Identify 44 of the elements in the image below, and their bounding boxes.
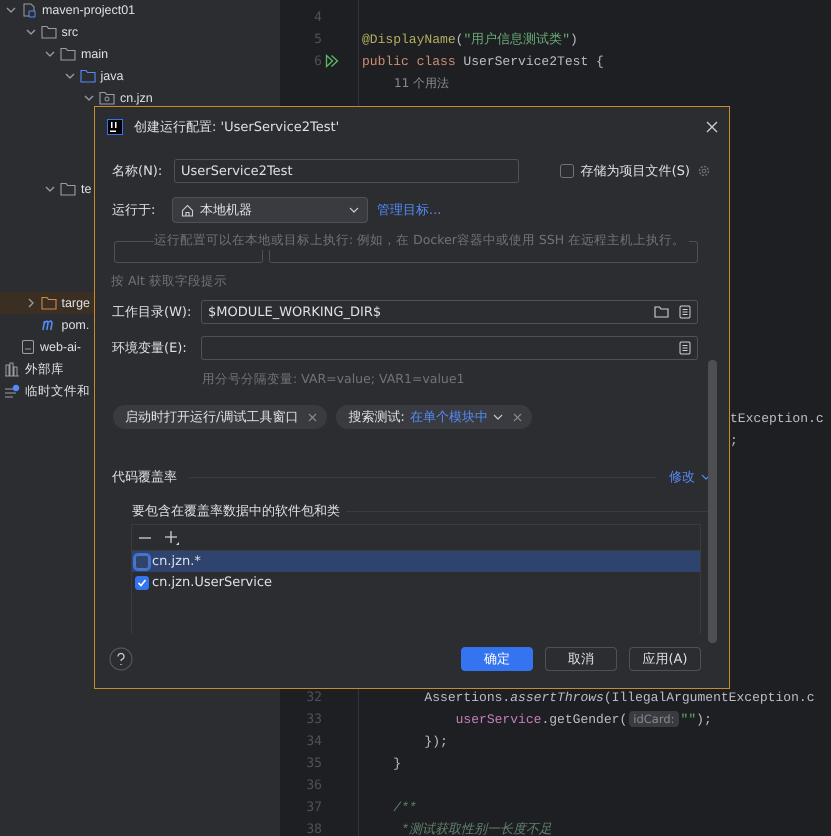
code-token: } (392, 756, 402, 770)
tree-item-label: 临时文件和 (25, 382, 90, 400)
code-token: *测试获取性别一长度不足 (400, 821, 552, 836)
code-token: "用户信息测试类" (463, 31, 570, 48)
tree-item-label: pom. (62, 318, 90, 332)
code-token: Assertions. (423, 690, 510, 704)
tree-item-label: main (81, 47, 108, 61)
checkbox-label: 存储为项目文件(S) (580, 163, 690, 180)
field-label: 工作目录(W): (112, 304, 192, 321)
code-token: .getGender( (541, 712, 628, 726)
parameter-hint: idCard: (629, 711, 679, 727)
section-title: 代码覆盖率 (112, 469, 177, 486)
field-hint: 按 Alt 获取字段提示 (111, 272, 228, 290)
tree-item-label: maven-project01 (42, 3, 136, 17)
field-label: 环境变量(E): (112, 340, 188, 357)
tree-item-label: src (62, 25, 78, 39)
code-token: ) (570, 32, 578, 46)
code-token: /** (392, 800, 417, 814)
code-token: userService (454, 712, 542, 726)
code-token: "" (680, 712, 696, 726)
tree-item-label: te (81, 182, 92, 196)
code-token: ( (456, 32, 464, 46)
field-hint: 用分号分隔变量: VAR=value; VAR1=value1 (202, 370, 466, 388)
tree-item-label: targe (62, 296, 90, 310)
package-name: cn.jzn.UserService (152, 575, 272, 590)
code-token: (IllegalArgumentException.c (604, 690, 814, 704)
code-token: public class (362, 54, 457, 68)
field-label: 运行于: (112, 202, 156, 219)
tree-item-label: java (100, 69, 124, 83)
code-token: UserService2Test { (463, 54, 604, 68)
code-token: ; (730, 432, 738, 448)
package-name: cn.jzn.* (152, 554, 201, 569)
field-label: 名称(N): (112, 163, 164, 180)
dialog-title: 创建运行配置: 'UserService2Test' (134, 119, 340, 136)
code-token: tException.c (730, 410, 824, 426)
subsection-title: 要包含在覆盖率数据中的软件包和类 (132, 503, 340, 520)
code-token: ); (696, 712, 712, 726)
code-token: }); (423, 734, 448, 748)
tree-item-label: 外部库 (25, 360, 64, 378)
code-token: @DisplayName (362, 32, 456, 46)
tree-item-label: web-ai- (40, 340, 81, 354)
tree-item-label: cn.jzn (120, 91, 153, 105)
hint-tooltip: 运行配置可以在本地或目标上执行: 例如，在 Docker容器中或使用 SSH 在远程主机上执行。 (154, 230, 690, 250)
code-token: assertThrows (510, 690, 604, 704)
